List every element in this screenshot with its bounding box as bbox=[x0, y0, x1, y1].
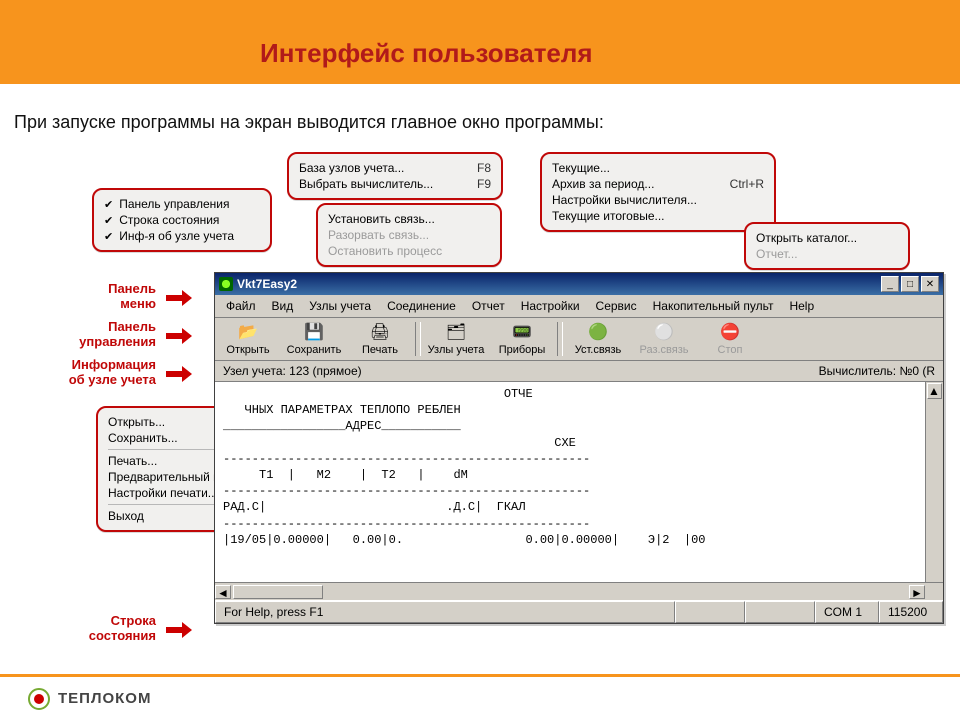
report-content: ОТЧЕ ЧНЫХ ПАРАМЕТРАХ ТЕПЛОПО РЕБЛЕН ____… bbox=[215, 382, 925, 582]
menu-item[interactable]: Настройки вычислителя... bbox=[552, 192, 764, 208]
vertical-scrollbar[interactable]: ▲ bbox=[925, 382, 943, 582]
menu-item[interactable]: Строка состояния bbox=[104, 212, 260, 228]
menu-item[interactable]: Разорвать связь... bbox=[328, 227, 490, 243]
node-status-right: Вычислитель: №0 (R bbox=[819, 364, 935, 378]
menu-item[interactable]: База узлов учета...F8 bbox=[299, 160, 491, 176]
Стоп-icon: ⛔ bbox=[719, 322, 741, 342]
brand-name: ТЕПЛОКОМ bbox=[58, 690, 151, 707]
menu-Настройки[interactable]: Настройки bbox=[514, 297, 587, 315]
menu-Узлы учета[interactable]: Узлы учета bbox=[302, 297, 378, 315]
Уст.связь-icon: 🟢 bbox=[587, 322, 609, 342]
toolbar-Узлы учета[interactable]: 🗂Узлы учета bbox=[423, 318, 489, 360]
menu-item[interactable]: Инф-я об узле учета bbox=[104, 228, 260, 244]
toolbar-Приборы[interactable]: 📟Приборы bbox=[489, 318, 555, 360]
toolbar-Стоп: ⛔Стоп bbox=[697, 318, 763, 360]
menu-Вид[interactable]: Вид bbox=[265, 297, 301, 315]
bubble-report: Текущие...Архив за период...Ctrl+RНастро… bbox=[540, 152, 776, 232]
menu-Накопительный пульт[interactable]: Накопительный пульт bbox=[646, 297, 781, 315]
annot-menu: Панельменю bbox=[86, 282, 156, 312]
menu-item[interactable]: Отчет... bbox=[756, 246, 898, 262]
annot-nodeinfo: Информацияоб узле учета bbox=[60, 358, 156, 388]
logo-icon bbox=[28, 688, 50, 710]
status-baud: 115200 bbox=[879, 601, 943, 623]
toolbar-Раз.связь: ⚪Раз.связь bbox=[631, 318, 697, 360]
arrow-icon bbox=[166, 368, 194, 380]
Печать-icon: 🖨 bbox=[369, 322, 391, 342]
menu-Help[interactable]: Help bbox=[782, 297, 821, 315]
annot-toolbar: Панельуправления bbox=[74, 320, 156, 350]
menu-Отчет[interactable]: Отчет bbox=[465, 297, 512, 315]
menu-item[interactable]: Архив за период...Ctrl+R bbox=[552, 176, 764, 192]
status-comport: COM 1 bbox=[815, 601, 879, 623]
footer: ТЕПЛОКОМ bbox=[0, 674, 960, 720]
app-window: Vkt7Easy2 _ □ ✕ ФайлВидУзлы учетаСоедине… bbox=[214, 272, 944, 624]
toolbar: 📂Открыть💾Сохранить🖨Печать🗂Узлы учета📟При… bbox=[215, 318, 943, 361]
statusbar: For Help, press F1 COM 1 115200 bbox=[215, 600, 943, 623]
toolbar-Уст.связь[interactable]: 🟢Уст.связь bbox=[565, 318, 631, 360]
node-status-left: Узел учета: 123 (прямое) bbox=[223, 364, 362, 378]
bubble-nodes: База узлов учета...F8Выбрать вычислитель… bbox=[287, 152, 503, 200]
arrow-icon bbox=[166, 330, 194, 342]
toolbar-Открыть[interactable]: 📂Открыть bbox=[215, 318, 281, 360]
Приборы-icon: 📟 bbox=[511, 322, 533, 342]
toolbar-Сохранить[interactable]: 💾Сохранить bbox=[281, 318, 347, 360]
minimize-button[interactable]: _ bbox=[881, 276, 899, 292]
window-title: Vkt7Easy2 bbox=[237, 277, 297, 291]
bubble-conn: Установить связь...Разорвать связь...Ост… bbox=[316, 203, 502, 267]
annot-status: Строкасостояния bbox=[86, 614, 156, 644]
menu-item[interactable]: Панель управления bbox=[104, 196, 260, 212]
menu-item[interactable]: Установить связь... bbox=[328, 211, 490, 227]
node-status-line: Узел учета: 123 (прямое) Вычислитель: №0… bbox=[215, 361, 943, 382]
menu-item[interactable]: Открыть каталог... bbox=[756, 230, 898, 246]
close-button[interactable]: ✕ bbox=[921, 276, 939, 292]
titlebar[interactable]: Vkt7Easy2 _ □ ✕ bbox=[215, 273, 943, 295]
menu-Соединение[interactable]: Соединение bbox=[380, 297, 463, 315]
app-icon bbox=[219, 277, 233, 291]
arrow-icon bbox=[166, 292, 194, 304]
status-pane bbox=[675, 601, 745, 623]
bubble-view: Панель управленияСтрока состоянияИнф-я о… bbox=[92, 188, 272, 252]
menu-item[interactable]: Текущие... bbox=[552, 160, 764, 176]
Сохранить-icon: 💾 bbox=[303, 322, 325, 342]
intro-text: При запуске программы на экран выводится… bbox=[14, 112, 604, 133]
Раз.связь-icon: ⚪ bbox=[653, 322, 675, 342]
menu-item[interactable]: Выбрать вычислитель...F9 bbox=[299, 176, 491, 192]
page-title: Интерфейс пользователя bbox=[260, 38, 593, 69]
menu-item[interactable]: Остановить процесс bbox=[328, 243, 490, 259]
arrow-icon bbox=[166, 624, 194, 636]
status-help: For Help, press F1 bbox=[215, 601, 675, 623]
bubble-pult: Открыть каталог...Отчет... bbox=[744, 222, 910, 270]
maximize-button[interactable]: □ bbox=[901, 276, 919, 292]
menu-Файл[interactable]: Файл bbox=[219, 297, 263, 315]
status-pane bbox=[745, 601, 815, 623]
menubar[interactable]: ФайлВидУзлы учетаСоединениеОтчетНастройк… bbox=[215, 295, 943, 318]
menu-Сервис[interactable]: Сервис bbox=[589, 297, 644, 315]
menu-item[interactable]: Текущие итоговые... bbox=[552, 208, 764, 224]
Узлы учета-icon: 🗂 bbox=[445, 322, 467, 342]
horizontal-scrollbar[interactable]: ◄ ► bbox=[215, 582, 943, 600]
toolbar-Печать[interactable]: 🖨Печать bbox=[347, 318, 413, 360]
Открыть-icon: 📂 bbox=[237, 322, 259, 342]
